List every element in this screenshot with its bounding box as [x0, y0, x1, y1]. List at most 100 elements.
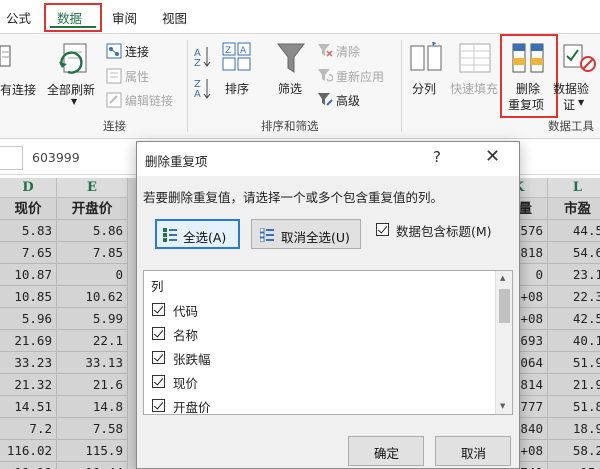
- cell-e[interactable]: 14.8: [57, 396, 128, 418]
- cell-e[interactable]: 10.62: [57, 286, 128, 308]
- cell-e[interactable]: 19.44: [57, 462, 128, 469]
- name-box[interactable]: [0, 146, 23, 170]
- cell-d[interactable]: 5.96: [0, 308, 57, 330]
- column-header-l[interactable]: L: [548, 178, 600, 198]
- list-scrollbar[interactable]: ▲ ▼: [495, 271, 512, 414]
- properties-button[interactable]: 属性: [125, 68, 149, 85]
- column-checkbox[interactable]: [152, 327, 165, 340]
- column-checkbox[interactable]: [152, 399, 165, 412]
- list-item-label: 开盘价: [173, 400, 211, 415]
- columns-list-header: 列: [151, 279, 164, 294]
- cell-l[interactable]: 22.3: [548, 286, 600, 308]
- cell-l[interactable]: 40.1: [548, 330, 600, 352]
- cell-e[interactable]: 21.6: [57, 374, 128, 396]
- column-header-e[interactable]: E: [57, 178, 128, 198]
- tab-formulas[interactable]: 公式: [6, 8, 31, 27]
- cell-d[interactable]: 116.02: [0, 440, 57, 462]
- flash-fill-icon: [459, 43, 491, 73]
- cell-l[interactable]: 44.5: [548, 220, 600, 242]
- connections-button[interactable]: 连接: [125, 43, 149, 60]
- advanced-button[interactable]: 高级: [336, 92, 360, 109]
- cell-e[interactable]: 5.86: [57, 220, 128, 242]
- chevron-down-icon[interactable]: ▼: [578, 98, 584, 107]
- column-checkbox[interactable]: [152, 351, 165, 364]
- ok-button[interactable]: 确定: [348, 436, 424, 466]
- scrollbar-thumb[interactable]: [499, 289, 510, 323]
- cell-l[interactable]: 15.: [548, 462, 600, 469]
- column-checkbox[interactable]: [152, 375, 165, 388]
- reapply-button[interactable]: 重新应用: [336, 68, 384, 85]
- refresh-all-button[interactable]: 全部刷新: [47, 81, 95, 98]
- close-button[interactable]: ✕: [485, 146, 500, 167]
- cell-l[interactable]: 54.6: [548, 242, 600, 264]
- column-header-d[interactable]: D: [0, 178, 57, 198]
- cell-d[interactable]: 10.85: [0, 286, 57, 308]
- sort-button[interactable]: 排序: [225, 80, 249, 97]
- svg-text:A: A: [194, 89, 201, 100]
- cell-e[interactable]: 5.99: [57, 308, 128, 330]
- chevron-down-icon[interactable]: ▼: [71, 97, 77, 106]
- existing-connections-button[interactable]: 有连接: [0, 81, 36, 98]
- group-label-sort-filter: 排序和筛选: [261, 119, 319, 133]
- has-headers-checkbox[interactable]: [376, 223, 389, 236]
- cell-l[interactable]: 42.5: [548, 308, 600, 330]
- ok-label: 确定: [374, 446, 400, 461]
- filter-icon: [276, 43, 306, 73]
- list-item-label: 张跌幅: [173, 352, 211, 367]
- clear-button[interactable]: 清除: [336, 43, 360, 60]
- reapply-icon: [318, 69, 333, 82]
- cell-l[interactable]: 51.9: [548, 352, 600, 374]
- group-divider: [187, 40, 188, 132]
- cell-d[interactable]: 14.51: [0, 396, 57, 418]
- filter-button[interactable]: 筛选: [278, 80, 302, 97]
- group-label-data-tools: 数据工具: [548, 119, 594, 133]
- cell-e[interactable]: 22.1: [57, 330, 128, 352]
- cell-e[interactable]: 7.58: [57, 418, 128, 440]
- cell-e[interactable]: 33.13: [57, 352, 128, 374]
- cell-l[interactable]: 21.9: [548, 374, 600, 396]
- cancel-button[interactable]: 取消: [435, 436, 511, 466]
- cell-e[interactable]: 0: [57, 264, 128, 286]
- cell-d[interactable]: 33.23: [0, 352, 57, 374]
- scroll-up-icon[interactable]: ▲: [500, 274, 505, 282]
- remove-duplicates-label-line2: 重复项: [508, 98, 545, 112]
- cell-d[interactable]: 7.65: [0, 242, 57, 264]
- column-checkbox[interactable]: [152, 303, 165, 316]
- tab-review[interactable]: 审阅: [112, 8, 137, 27]
- cell-d[interactable]: 21.69: [0, 330, 57, 352]
- cell-l[interactable]: 18.9: [548, 418, 600, 440]
- cell-l[interactable]: 51.8: [548, 396, 600, 418]
- remove-duplicates-button[interactable]: 删除: [516, 80, 540, 97]
- text-to-columns-icon: [410, 42, 442, 71]
- list-item-label: 现价: [173, 376, 199, 391]
- select-all-icon: [163, 228, 177, 242]
- svg-text:A: A: [240, 46, 247, 56]
- select-all-button[interactable]: 全选(A): [155, 219, 240, 249]
- scroll-down-icon[interactable]: ▼: [500, 402, 505, 410]
- unselect-all-button[interactable]: 取消全选(U): [251, 219, 361, 249]
- cell-e[interactable]: 115.9: [57, 440, 128, 462]
- group-divider: [401, 40, 402, 132]
- formula-input[interactable]: 603999: [32, 150, 80, 165]
- header-cell[interactable]: 开盘价: [57, 198, 128, 220]
- help-button[interactable]: ?: [433, 148, 441, 166]
- flash-fill-button[interactable]: 快速填充: [450, 80, 498, 97]
- text-to-columns-button[interactable]: 分列: [412, 80, 436, 97]
- dialog-titlebar: 删除重复项 ? ✕: [137, 142, 519, 176]
- cell-d[interactable]: 7.2: [0, 418, 57, 440]
- cell-d[interactable]: 19.19: [0, 462, 57, 469]
- columns-list[interactable]: 列 代码 名称 张跌幅 现价 开盘价 ▲ ▼: [143, 270, 513, 415]
- cell-l[interactable]: 23.1: [548, 264, 600, 286]
- cell-e[interactable]: 7.85: [57, 242, 128, 264]
- header-cell[interactable]: 市盈: [548, 198, 600, 220]
- cell-d[interactable]: 5.83: [0, 220, 57, 242]
- sort-az-icon: A Z Z A: [194, 47, 211, 100]
- cell-l[interactable]: 58.2: [548, 440, 600, 462]
- select-all-label: 全选(A): [183, 230, 227, 245]
- header-cell[interactable]: 现价: [0, 198, 57, 220]
- cell-d[interactable]: 21.32: [0, 374, 57, 396]
- edit-links-button[interactable]: 编辑链接: [125, 92, 173, 109]
- data-validation-button[interactable]: 数据验: [553, 80, 589, 97]
- tab-view[interactable]: 视图: [162, 8, 187, 27]
- cell-d[interactable]: 10.87: [0, 264, 57, 286]
